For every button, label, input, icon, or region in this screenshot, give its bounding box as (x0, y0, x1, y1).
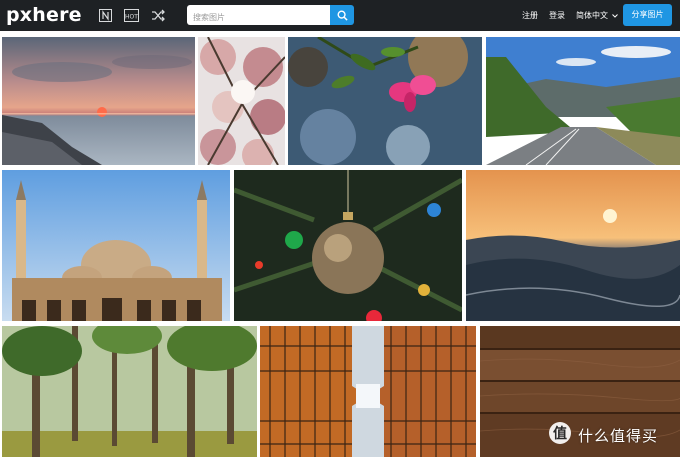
photo-magnolia[interactable] (198, 37, 285, 165)
photo-mosque[interactable] (2, 170, 230, 321)
pxhere-logo[interactable]: pxhere (6, 1, 82, 29)
watermark: 值 什么值得买 (548, 421, 658, 449)
search-box (187, 5, 330, 28)
search-icon (336, 6, 348, 25)
photo-pink-flower[interactable] (288, 37, 482, 165)
photo-skyscrapers[interactable] (260, 326, 476, 457)
watermark-text: 什么值得买 (578, 426, 659, 445)
photo-mountain-road[interactable] (486, 37, 680, 165)
search-button[interactable] (330, 5, 354, 25)
login-link[interactable]: 登录 (549, 0, 565, 31)
top-navigation-bar: pxhere HOT 注册 登录 简体中文 分享图片 (0, 0, 680, 31)
search-input[interactable] (187, 7, 330, 28)
language-label: 简体中文 (576, 11, 608, 20)
photo-christmas-ornament[interactable] (234, 170, 462, 321)
share-image-button[interactable]: 分享图片 (623, 4, 672, 26)
photo-sunset-sea[interactable] (2, 37, 195, 165)
register-link[interactable]: 注册 (522, 0, 538, 31)
svg-text:值: 值 (553, 425, 567, 442)
language-select[interactable]: 简体中文 (576, 0, 618, 31)
shuffle-icon[interactable] (151, 9, 165, 22)
watermark-logo-icon: 值 (548, 421, 572, 449)
photo-ocean-sunset[interactable] (466, 170, 680, 321)
hot-icon[interactable]: HOT (124, 9, 139, 22)
new-icon[interactable] (99, 9, 112, 22)
photo-forest[interactable] (2, 326, 257, 457)
svg-text:HOT: HOT (125, 14, 138, 21)
chevron-down-icon (611, 0, 618, 31)
